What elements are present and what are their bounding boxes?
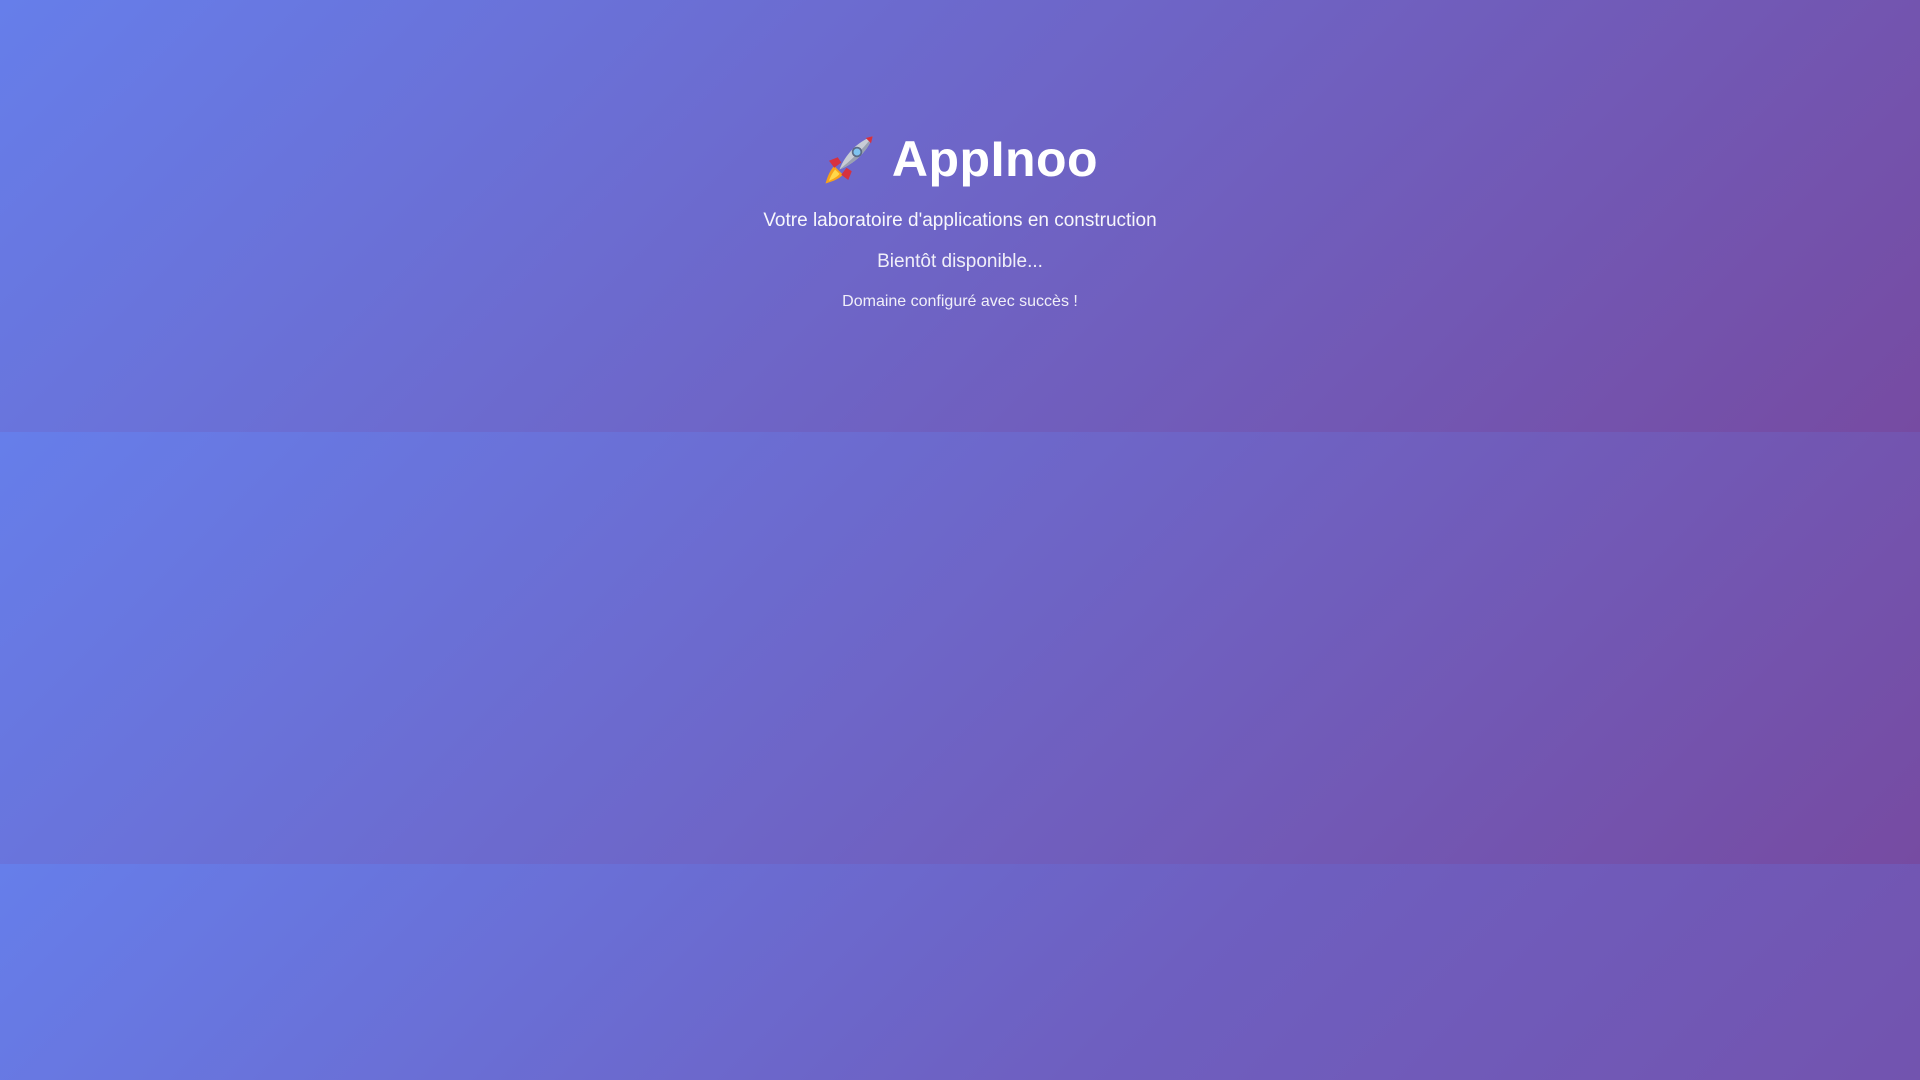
background-band-middle	[0, 432, 1920, 864]
background-band-bottom	[0, 864, 1920, 1080]
coming-soon-text: Bientôt disponible...	[877, 251, 1043, 272]
hero-section: AppInoo Votre laboratoire d'applications…	[0, 128, 1920, 312]
domain-status-text: Domaine configuré avec succès !	[842, 293, 1078, 310]
rocket-icon	[822, 131, 878, 187]
app-title: AppInoo	[891, 131, 1099, 187]
brand-header: AppInoo	[0, 128, 1920, 190]
tagline-text: Votre laboratoire d'applications en cons…	[763, 210, 1157, 231]
